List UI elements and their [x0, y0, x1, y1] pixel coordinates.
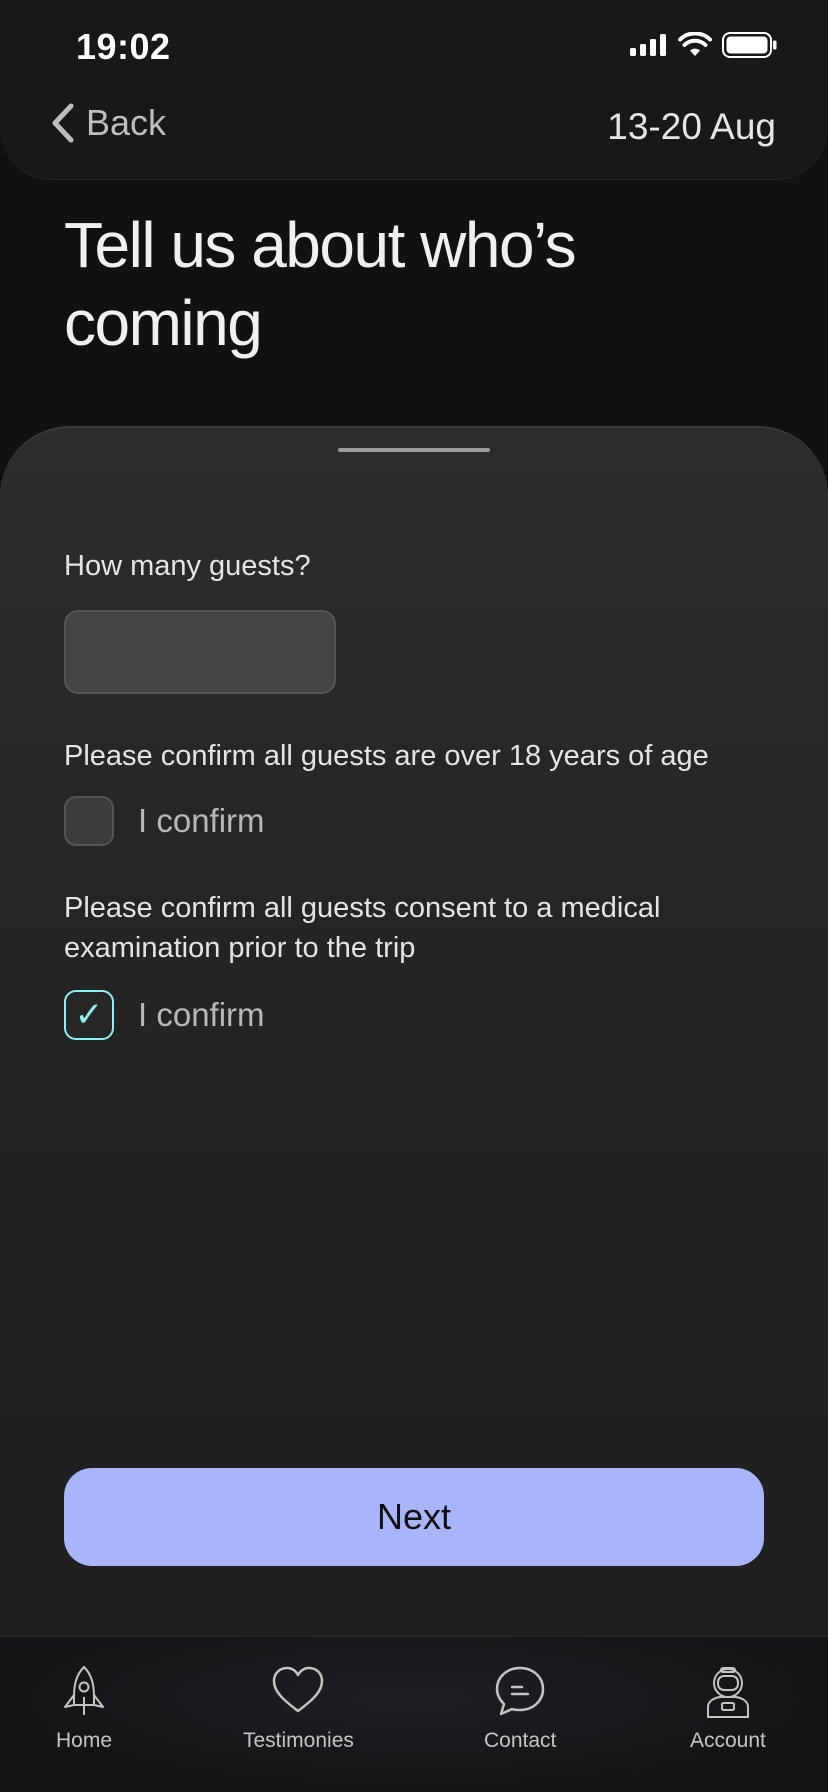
tab-testimonies[interactable]: Testimonies	[243, 1663, 354, 1753]
guest-form-sheet: How many guests? Please confirm all gues…	[0, 426, 828, 1636]
sheet-grabber[interactable]	[338, 448, 490, 452]
page-title-line-2: coming	[64, 287, 263, 359]
heart-icon	[273, 1666, 324, 1713]
tab-account-label: Account	[690, 1729, 766, 1752]
age-confirm-label: I confirm	[138, 802, 265, 839]
medical-consent-question-line-2: examination prior to the trip	[64, 932, 416, 964]
bottom-tab-bar: Home Testimonies Contact Account	[0, 1636, 828, 1792]
page-title-line-1: Tell us about who’s	[64, 209, 577, 281]
age-confirm-question: Please confirm all guests are over 18 ye…	[64, 740, 709, 772]
astronaut-icon	[706, 1667, 749, 1718]
tab-contact[interactable]: Contact	[484, 1663, 556, 1753]
medical-consent-question: Please confirm all guests consent to a m…	[64, 888, 660, 968]
next-button[interactable]: Next	[64, 1468, 764, 1566]
app-screen: 19:02 Back 13-20 Aug Tell us about who’s…	[0, 0, 828, 1792]
medical-consent-row[interactable]: ✓ I confirm	[64, 990, 265, 1040]
tab-account[interactable]: Account	[690, 1663, 766, 1753]
tab-home-label: Home	[56, 1729, 113, 1752]
date-range: 13-20 Aug	[607, 106, 776, 147]
guests-count-label: How many guests?	[64, 550, 311, 582]
chevron-left-icon	[52, 103, 74, 143]
battery-icon	[722, 32, 777, 58]
tab-home[interactable]: Home	[56, 1663, 112, 1753]
guests-count-input[interactable]	[64, 610, 336, 694]
tab-testimonies-label: Testimonies	[243, 1729, 354, 1752]
wifi-icon	[678, 32, 712, 56]
checkmark-icon: ✓	[74, 995, 104, 1035]
back-button[interactable]: Back	[50, 102, 166, 144]
medical-consent-label: I confirm	[138, 996, 265, 1033]
cellular-signal-icon	[630, 34, 666, 56]
medical-consent-checkbox[interactable]: ✓	[64, 990, 114, 1040]
status-time: 19:02	[76, 26, 171, 67]
chat-bubble-icon	[495, 1666, 545, 1716]
tab-contact-label: Contact	[484, 1729, 557, 1752]
age-confirm-row[interactable]: I confirm	[64, 796, 265, 846]
rocket-icon	[64, 1665, 105, 1715]
age-confirm-checkbox[interactable]	[64, 796, 114, 846]
top-header: 19:02 Back 13-20 Aug	[0, 0, 828, 180]
status-icons	[630, 32, 778, 58]
back-label: Back	[86, 102, 167, 143]
medical-consent-question-line-1: Please confirm all guests consent to a m…	[64, 892, 661, 924]
page-title: Tell us about who’s coming	[64, 206, 764, 362]
